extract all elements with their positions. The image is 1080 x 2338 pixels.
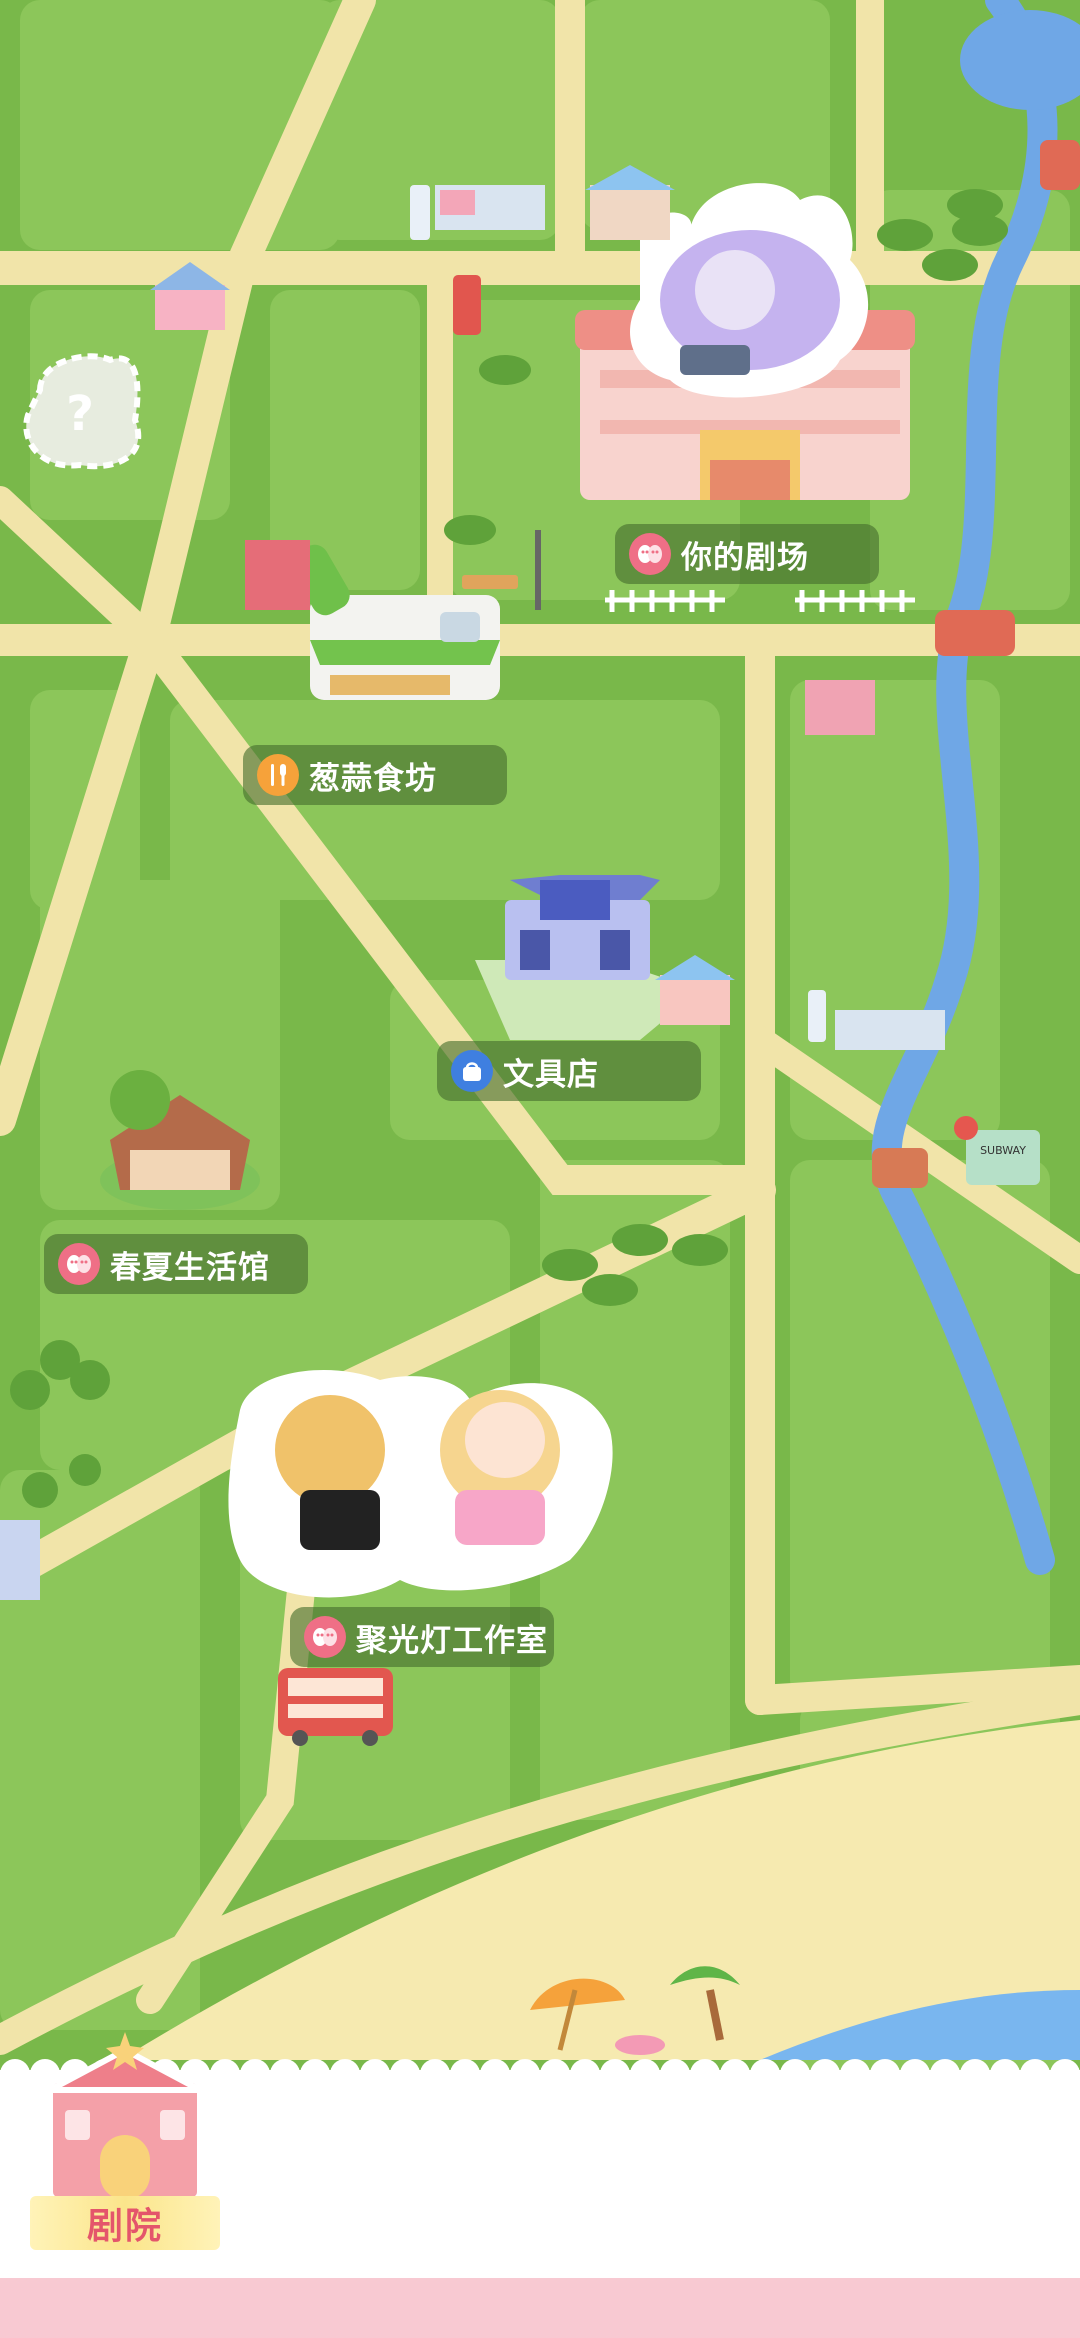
bench-icon — [462, 575, 518, 589]
bottom-nav-strip — [0, 2278, 1080, 2338]
shopping-bag-icon — [451, 1050, 493, 1092]
location-label-text: 聚光灯工作室 — [356, 1622, 548, 1659]
bus-icon — [278, 1668, 393, 1746]
location-label-your-theatre[interactable]: 你的剧场 — [615, 524, 879, 584]
bridge — [872, 1148, 928, 1188]
location-label-text: 文具店 — [503, 1056, 599, 1093]
subway-sign-text: SUBWAY — [980, 1144, 1026, 1157]
bridge — [1040, 140, 1080, 190]
theatre-masks-icon — [629, 533, 671, 575]
svg-text:?: ? — [66, 386, 94, 442]
location-label-text: 你的剧场 — [681, 539, 809, 576]
tab-theatre[interactable]: 剧院 — [30, 2030, 220, 2260]
character-sticker-duo — [228, 1370, 613, 1598]
location-label-text: 春夏生活馆 — [110, 1249, 270, 1286]
lamp-post-icon — [535, 530, 541, 610]
theatre-masks-icon — [58, 1243, 100, 1285]
tab-theatre-label: 剧院 — [30, 2196, 220, 2250]
location-label-spring-summer-hall[interactable]: 春夏生活馆 — [44, 1234, 308, 1294]
theatre-building-icon — [47, 2032, 203, 2203]
fork-knife-icon — [257, 754, 299, 796]
mystery-location-icon: ? — [23, 353, 142, 470]
location-label-stationery-shop[interactable]: 文具店 — [437, 1041, 701, 1101]
phone-booth-icon — [453, 275, 481, 335]
location-label-cong-suan-food-workshop[interactable]: 葱蒜食坊 — [243, 745, 507, 805]
location-label-spotlight-studio[interactable]: 聚光灯工作室 — [290, 1607, 554, 1667]
theatre-masks-icon — [304, 1616, 346, 1658]
location-label-text: 葱蒜食坊 — [309, 760, 437, 797]
bridge — [935, 610, 1015, 656]
town-map: ? SUBWAY — [0, 0, 1080, 2338]
